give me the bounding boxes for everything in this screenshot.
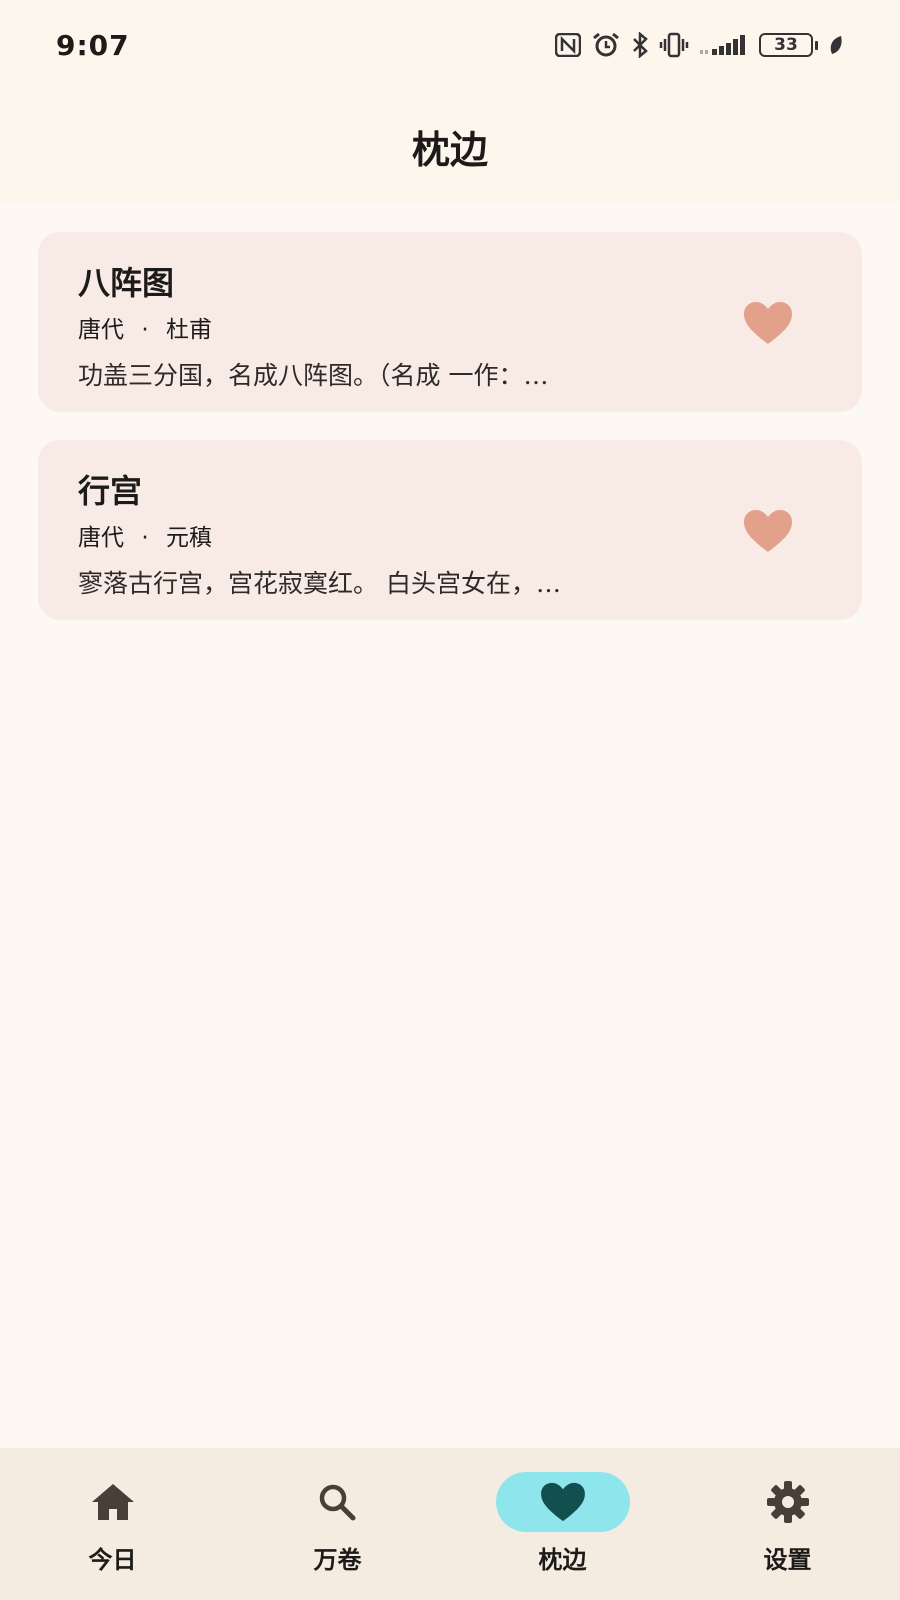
heart-icon — [540, 1482, 585, 1522]
vibrate-icon — [659, 32, 689, 58]
poem-excerpt: 功盖三分国，名成八阵图。（名成 一作：… — [78, 361, 549, 390]
bottom-nav: 今日 万卷 枕边 设置 — [0, 1448, 900, 1600]
poem-dynasty: 唐代 — [78, 525, 124, 551]
nav-item-settings[interactable]: 设置 — [675, 1448, 900, 1600]
bluetooth-icon — [633, 32, 648, 58]
status-time: 9:07 — [56, 28, 130, 62]
poem-title: 八阵图 — [78, 264, 175, 302]
poem-meta: 唐代 · 元稹 — [78, 522, 822, 554]
nav-label: 今日 — [88, 1546, 137, 1574]
status-icons: 33 — [555, 32, 844, 58]
poem-excerpt: 寥落古行宫，宫花寂寞红。 白头宫女在，… — [78, 569, 561, 598]
gear-icon — [766, 1481, 809, 1523]
nav-item-library[interactable]: 万卷 — [225, 1448, 450, 1600]
nav-item-today[interactable]: 今日 — [0, 1448, 225, 1600]
battery-level: 33 — [759, 33, 813, 57]
meta-separator: · — [141, 525, 149, 551]
nfc-icon — [555, 33, 581, 57]
poem-card[interactable]: 八阵图 唐代 · 杜甫 功盖三分国，名成八阵图。（名成 一作：… — [38, 232, 862, 412]
poem-meta: 唐代 · 杜甫 — [78, 314, 822, 346]
heart-icon[interactable] — [742, 508, 794, 554]
nav-item-pillow[interactable]: 枕边 — [450, 1448, 675, 1600]
poem-dynasty: 唐代 — [78, 317, 124, 343]
leaf-icon — [830, 36, 842, 54]
poem-author: 元稹 — [165, 525, 212, 551]
app-header: 枕边 — [0, 90, 900, 202]
page-title: 枕边 — [411, 127, 488, 172]
nav-label: 设置 — [763, 1546, 812, 1574]
battery-icon: 33 — [759, 33, 818, 57]
poem-card[interactable]: 行宫 唐代 · 元稹 寥落古行宫，宫花寂寞红。 白头宫女在，… — [38, 440, 862, 620]
signal-icon — [700, 35, 745, 55]
nav-label: 万卷 — [313, 1546, 362, 1574]
heart-icon[interactable] — [742, 300, 794, 346]
status-bar: 9:07 33 — [0, 0, 900, 90]
alarm-icon — [593, 32, 619, 57]
poem-author: 杜甫 — [165, 317, 212, 343]
nav-label: 枕边 — [538, 1546, 587, 1574]
nav-icon-container — [721, 1472, 855, 1532]
nav-icon-container — [46, 1472, 180, 1532]
favorites-list: 八阵图 唐代 · 杜甫 功盖三分国，名成八阵图。（名成 一作：… 行宫 唐代 ·… — [0, 202, 900, 1448]
nav-icon-container — [271, 1472, 405, 1532]
meta-separator: · — [141, 317, 149, 343]
home-icon — [91, 1484, 134, 1520]
nav-icon-container — [495, 1472, 630, 1532]
poem-title: 行宫 — [78, 472, 143, 510]
search-icon — [319, 1484, 355, 1521]
